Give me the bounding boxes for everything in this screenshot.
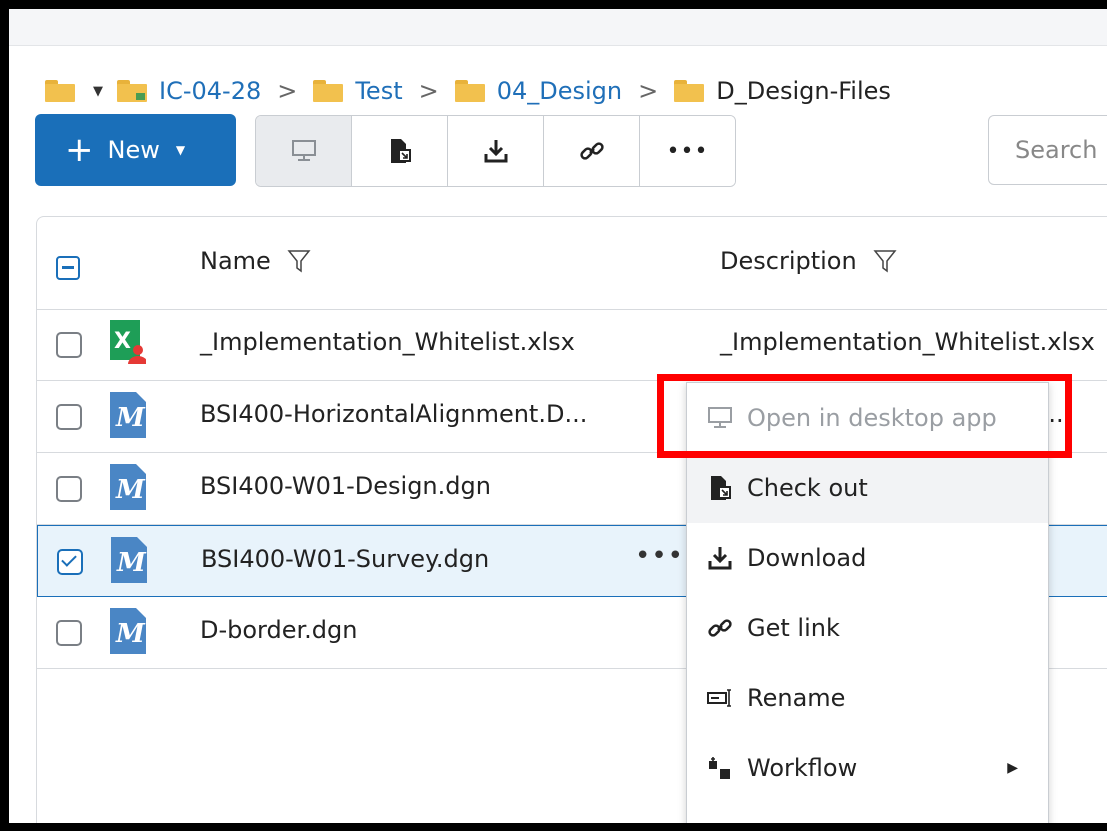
file-name[interactable]: BSI400-W01-Design.dgn [200, 472, 491, 500]
more-actions-button[interactable]: ••• [639, 116, 735, 186]
breadcrumb-label: IC-04-28 [159, 77, 262, 105]
column-header-name[interactable]: Name [200, 247, 311, 275]
breadcrumb-item-test[interactable]: Test [313, 77, 403, 105]
file-description: _Implementation_Whitelist.xlsx [720, 328, 1095, 356]
top-bar [9, 9, 1107, 46]
context-menu: Open in desktop app Check out Download G… [686, 382, 1049, 823]
menu-item-workflow[interactable]: Workflow ▶ [687, 733, 1048, 803]
check-out-icon [707, 475, 733, 501]
breadcrumb-separator: > [638, 77, 659, 105]
microstation-file-icon: M [111, 537, 147, 583]
svg-text:X: X [114, 329, 131, 354]
check-out-icon [390, 139, 411, 163]
menu-item-get-link[interactable]: Get link [687, 593, 1048, 663]
file-name[interactable]: D-border.dgn [200, 616, 357, 644]
check-out-button[interactable] [351, 116, 447, 186]
breadcrumb-label: Test [355, 77, 403, 105]
chevron-down-icon: ▼ [175, 143, 186, 157]
open-desktop-button[interactable] [256, 116, 351, 186]
plus-icon: + [65, 130, 94, 170]
svg-text:M: M [115, 403, 146, 433]
table-header: Name Description [37, 217, 1107, 310]
download-button[interactable] [447, 116, 543, 186]
filter-icon[interactable] [873, 248, 897, 274]
monitor-icon [291, 140, 316, 161]
svg-text:M: M [115, 619, 146, 649]
rename-icon [707, 685, 733, 711]
menu-item-check-out[interactable]: Check out [687, 453, 1048, 523]
select-all-checkbox[interactable] [56, 256, 80, 280]
menu-item-label: Rename [747, 684, 846, 712]
menu-item-rename[interactable]: Rename [687, 663, 1048, 733]
breadcrumb: ▼ IC-04-28 > Test > 04_Design > D_Design… [45, 71, 891, 111]
folder-dropdown-icon[interactable]: ▼ [93, 84, 103, 99]
search-input[interactable]: Search [988, 115, 1107, 185]
folder-icon [454, 80, 485, 102]
get-link-button[interactable] [543, 116, 639, 186]
row-checkbox[interactable] [56, 620, 82, 646]
link-icon [579, 142, 604, 160]
file-name[interactable]: BSI400-HorizontalAlignment.D... [200, 400, 587, 428]
file-name[interactable]: _Implementation_Whitelist.xlsx [200, 328, 575, 356]
microstation-file-icon: M [110, 464, 146, 510]
more-icon: ••• [666, 138, 709, 164]
folder-icon [674, 80, 705, 102]
svg-text:M: M [116, 548, 147, 578]
column-label: Name [200, 247, 271, 275]
workflow-icon [707, 755, 733, 781]
menu-item-label: Get link [747, 614, 840, 642]
breadcrumb-separator: > [418, 77, 439, 105]
breadcrumb-separator: > [277, 77, 298, 105]
microstation-file-icon: M [110, 608, 146, 654]
excel-file-icon: X [110, 320, 146, 364]
submenu-arrow-icon: ▶ [1007, 760, 1018, 776]
menu-item-download[interactable]: Download [687, 523, 1048, 593]
menu-item-label: Download [747, 544, 867, 572]
row-more-icon[interactable]: ••• [635, 541, 684, 571]
breadcrumb-label: 04_Design [496, 77, 623, 105]
action-toolbar: ••• [255, 115, 736, 187]
new-button-label: New [107, 136, 160, 164]
app-window: ▼ IC-04-28 > Test > 04_Design > D_Design… [9, 9, 1107, 823]
column-header-description[interactable]: Description [720, 247, 897, 275]
new-button[interactable]: + New ▼ [35, 114, 236, 186]
download-icon [484, 140, 507, 163]
row-checkbox[interactable] [57, 549, 83, 575]
breadcrumb-item-ic-04-28[interactable]: IC-04-28 [117, 77, 261, 105]
microstation-file-icon: M [110, 392, 146, 438]
table-row[interactable]: X _Implementation_Whitelist.xlsx _Implem… [37, 309, 1107, 381]
breadcrumb-label: D_Design-Files [716, 77, 891, 105]
svg-text:M: M [115, 475, 146, 505]
menu-item-label: Workflow [747, 754, 858, 782]
download-icon [707, 545, 733, 571]
menu-item-open-desktop[interactable]: Open in desktop app [687, 383, 1048, 453]
row-checkbox[interactable] [56, 476, 82, 502]
folder-icon [313, 80, 344, 102]
menu-item-label: Open in desktop app [747, 404, 997, 432]
row-checkbox[interactable] [56, 332, 82, 358]
breadcrumb-item-04-design[interactable]: 04_Design [454, 77, 623, 105]
column-label: Description [720, 247, 857, 275]
row-checkbox[interactable] [56, 404, 82, 430]
link-icon [707, 615, 733, 641]
folder-icon[interactable] [45, 80, 75, 102]
file-name[interactable]: BSI400-W01-Survey.dgn [201, 545, 489, 573]
filter-icon[interactable] [287, 248, 311, 274]
search-placeholder: Search [1015, 136, 1098, 164]
breadcrumb-item-current: D_Design-Files [674, 77, 891, 105]
folder-icon [117, 80, 147, 102]
menu-item-label: Check out [747, 474, 868, 502]
monitor-icon [707, 405, 733, 431]
